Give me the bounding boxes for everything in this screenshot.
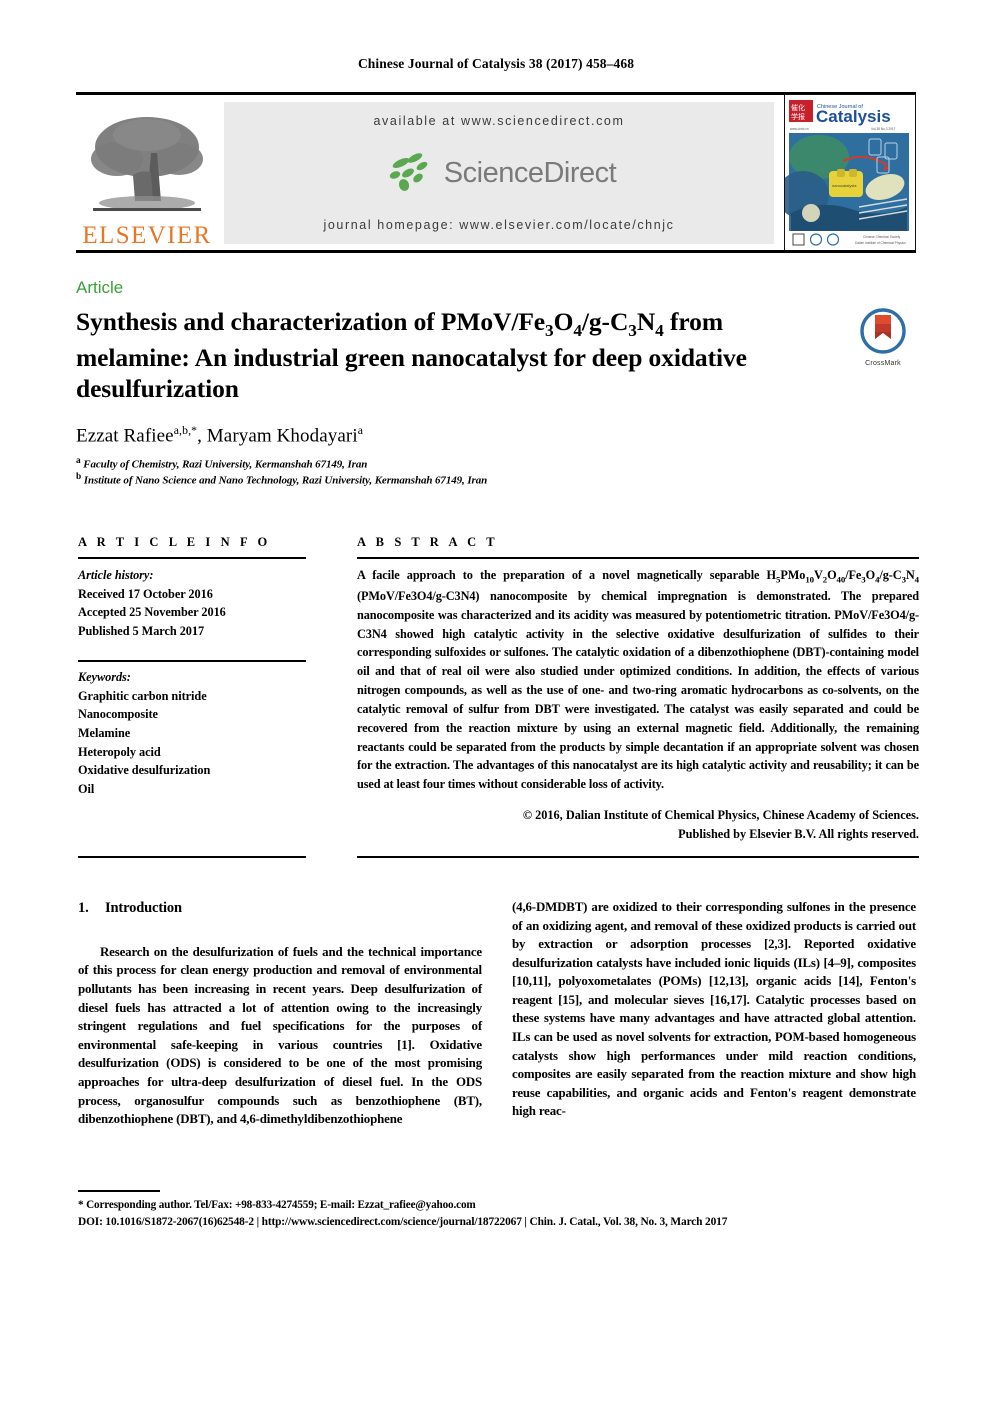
abstract-sub-o40: 40: [836, 574, 846, 585]
author-2-affil-marker: a: [357, 424, 364, 437]
doi-line[interactable]: DOI: 10.1016/S1872-2067(16)62548-2 | htt…: [78, 1216, 727, 1228]
title-text-n: N: [636, 307, 656, 336]
abstract-part-7: /g-C: [879, 568, 902, 582]
article-info-rule-1: [78, 557, 306, 559]
abstract-part-6: O: [865, 568, 876, 582]
article-history-received: Received 17 October 2016: [78, 586, 213, 601]
keyword-item: Nanocomposite: [78, 707, 158, 722]
introduction-heading: 1. Introduction: [78, 898, 482, 919]
introduction-paragraph-right: (4,6-DMDBT) are oxidized to their corres…: [512, 900, 916, 1119]
abstract-heading: A B S T R A C T: [357, 535, 499, 549]
elsevier-logo: ELSEVIER: [76, 98, 218, 248]
introduction-right-column: (4,6-DMDBT) are oxidized to their corres…: [512, 898, 916, 1121]
introduction-title: Introduction: [105, 900, 182, 916]
article-history-accepted: Accepted 25 November 2016: [78, 605, 226, 620]
title-sub-3a: 3: [545, 321, 554, 341]
crossmark-label: CrossMark: [865, 360, 901, 367]
keyword-item: Oxidative desulfurization: [78, 763, 211, 778]
copyright-line-1: © 2016, Dalian Institute of Chemical Phy…: [522, 808, 919, 822]
svg-text:Chinese Chemical Society: Chinese Chemical Society: [863, 235, 901, 239]
article-info-rule-3: [78, 856, 306, 858]
copyright-block: © 2016, Dalian Institute of Chemical Phy…: [357, 806, 919, 844]
affiliation-b-text: Institute of Nano Science and Nano Techn…: [83, 474, 488, 487]
crossmark-icon: [860, 308, 906, 354]
article-type-label: Article: [76, 278, 124, 297]
title-sub-3b: 3: [628, 321, 637, 341]
svg-text:催化: 催化: [791, 103, 805, 112]
abstract-sub-n4: 4: [914, 574, 919, 585]
article-history-block: Article history: Received 17 October 201…: [78, 566, 310, 641]
abstract-part-5: /Fe: [845, 568, 862, 582]
affiliation-a-marker: a: [76, 456, 81, 466]
journal-article-page: Chinese Journal of Catalysis 38 (2017) 4…: [0, 0, 992, 1403]
author-1-affil-marker: a,b,*: [173, 424, 198, 437]
title-sub-4a: 4: [573, 321, 582, 341]
copyright-line-2: Published by Elsevier B.V. All rights re…: [678, 827, 919, 842]
affiliation-a: a Faculty of Chemistry, Razi University,…: [76, 456, 367, 471]
introduction-paragraph-left: Research on the desulfurization of fuels…: [78, 944, 482, 1127]
footnote-rule: [78, 1190, 160, 1192]
introduction-number: 1.: [78, 900, 89, 916]
affiliation-b: b Institute of Nano Science and Nano Tec…: [76, 472, 487, 487]
svg-text:Catalysis: Catalysis: [816, 107, 891, 126]
keywords-block: Keywords: Graphitic carbon nitride Nanoc…: [78, 668, 310, 799]
article-history-label: Article history:: [78, 568, 154, 582]
corresponding-author-note: * Corresponding author. Tel/Fax: +98-833…: [78, 1199, 476, 1211]
journal-homepage-text[interactable]: journal homepage: www.elsevier.com/locat…: [323, 218, 674, 232]
abstract-part-2: PMo: [780, 568, 806, 582]
article-info-rule-2: [78, 660, 306, 662]
abstract-rule-bottom: [357, 856, 919, 858]
abstract-part-4: O: [827, 568, 837, 582]
elsevier-wordmark: ELSEVIER: [82, 222, 212, 249]
journal-cover-art: 催化 学报 Chinese Journal of Catalysis www.c…: [785, 95, 913, 250]
author-list: Ezzat Rafieea,b,*, Maryam Khodayaria: [76, 424, 364, 447]
author-name-1: Ezzat Rafiee: [76, 425, 174, 447]
running-head: Chinese Journal of Catalysis 38 (2017) 4…: [357, 56, 635, 71]
keyword-item: Oil: [78, 782, 95, 797]
svg-text:Vol.38 No.3 2017: Vol.38 No.3 2017: [871, 127, 896, 131]
svg-text:www.chxb.cn: www.chxb.cn: [790, 127, 809, 131]
keyword-item: Melamine: [78, 726, 131, 741]
journal-cover-thumbnail: 催化 学报 Chinese Journal of Catalysis www.c…: [784, 94, 916, 253]
abstract-sub-mo: 10: [805, 574, 814, 585]
sciencedirect-band: available at www.sciencedirect.com Scien…: [224, 102, 774, 244]
svg-text:nanocatalysts: nanocatalysts: [832, 183, 856, 188]
title-text-gc: /g-C: [581, 307, 629, 336]
title-text-o1: O: [553, 307, 574, 336]
article-info-heading: A R T I C L E I N F O: [78, 535, 271, 549]
keywords-label: Keywords:: [78, 670, 131, 684]
affiliation-b-marker: b: [76, 472, 82, 482]
abstract-part-8: N: [905, 568, 915, 582]
abstract-part-3: V: [813, 568, 823, 582]
abstract-part-1: A facile approach to the preparation of …: [357, 568, 777, 582]
masthead-bottom-rule: [76, 250, 916, 253]
keyword-item: Graphitic carbon nitride: [78, 688, 207, 703]
masthead: ELSEVIER available at www.sciencedirect.…: [76, 92, 916, 253]
sciencedirect-wordmark: ScienceDirect: [443, 156, 617, 189]
introduction-left-column: 1. Introduction Research on the desulfuri…: [78, 898, 482, 1129]
abstract-rule-top: [357, 557, 919, 559]
author-name-2: Maryam Khodayari: [206, 425, 358, 447]
article-history-published: Published 5 March 2017: [78, 624, 205, 639]
page-title: Synthesis and characterization of PMoV/F…: [76, 306, 836, 405]
title-text-pre: Synthesis and characterization of PMoV/F…: [76, 307, 546, 336]
svg-text:学报: 学报: [791, 112, 805, 121]
sciencedirect-leaves-icon: [389, 153, 428, 191]
affiliation-a-text: Faculty of Chemistry, Razi University, K…: [83, 458, 368, 471]
abstract-text: A facile approach to the preparation of …: [357, 566, 919, 794]
available-at-text: available at www.sciencedirect.com: [373, 114, 625, 128]
sciencedirect-logo[interactable]: ScienceDirect: [382, 151, 617, 195]
crossmark-badge[interactable]: CrossMark: [852, 308, 914, 367]
elsevier-tree-icon: [91, 117, 203, 211]
abstract-rest: (PMoV/Fe3O4/g-C3N4) nanocomposite by che…: [357, 589, 919, 792]
keyword-item: Heteropoly acid: [78, 744, 161, 759]
title-sub-4b: 4: [655, 321, 664, 341]
svg-text:Dalian Institute of Chemical P: Dalian Institute of Chemical Physics: [855, 241, 906, 245]
